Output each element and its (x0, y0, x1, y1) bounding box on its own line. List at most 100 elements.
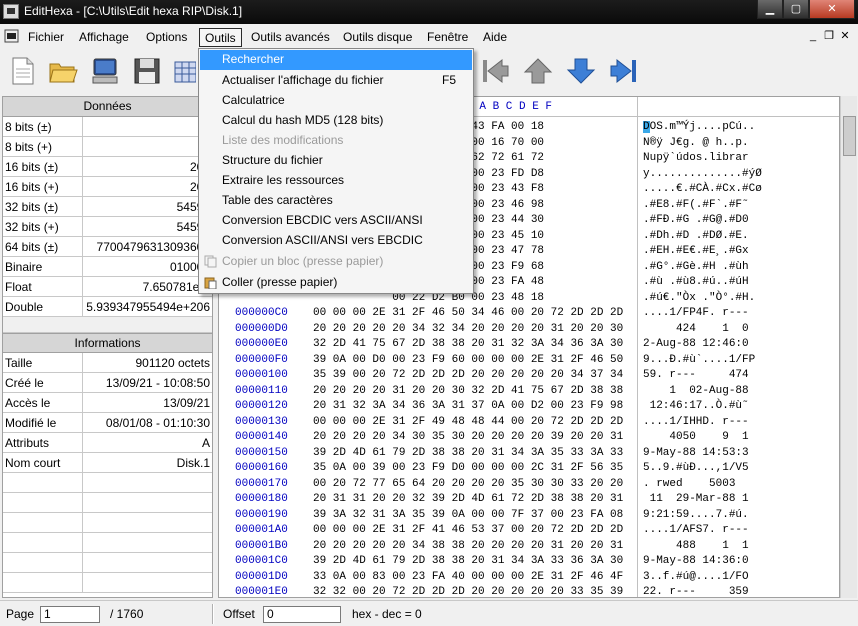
computer-drive-icon[interactable] (90, 56, 120, 86)
hex-ascii[interactable]: 3..f.#ú@....1/FO (643, 571, 749, 583)
hex-row[interactable]: 000000C0 00 00 00 2E 31 2F 46 50 34 46 00… (219, 305, 839, 321)
menu-outils-avances[interactable]: Outils avancés (246, 28, 335, 47)
menu-option[interactable]: Conversion ASCII/ANSI vers EBCDIC (200, 231, 472, 251)
go-last-icon[interactable] (609, 57, 639, 85)
app-icon[interactable] (3, 4, 19, 19)
hex-row[interactable]: 000000F0 39 0A 00 D0 00 23 F9 60 00 00 00… (219, 352, 839, 368)
hex-row[interactable]: 000001B0 20 20 20 20 20 34 38 38 20 20 20… (219, 538, 839, 554)
menu-option[interactable]: Calculatrice (200, 91, 472, 111)
offset-input[interactable]: 0 (263, 606, 341, 623)
hex-ascii[interactable]: y..............#ýØ (643, 168, 762, 180)
menu-aide[interactable]: Aide (478, 28, 512, 47)
hex-ascii[interactable]: . rwed 5003 (643, 478, 749, 490)
page-up-icon[interactable] (523, 57, 553, 85)
save-disk-icon[interactable] (132, 56, 162, 86)
hex-bytes[interactable]: 20 31 32 3A 34 36 3A 31 37 0A 00 D2 00 2… (313, 400, 623, 412)
hex-ascii[interactable]: 9...Ð.#ù`....1/FP (643, 354, 755, 366)
hex-bytes[interactable]: 32 32 00 20 72 2D 2D 2D 20 20 20 20 20 3… (313, 586, 623, 597)
hex-bytes[interactable]: 39 3A 32 31 3A 35 39 0A 00 00 7F 37 00 2… (313, 509, 623, 521)
hex-row[interactable]: 000001A0 00 00 00 2E 31 2F 41 46 53 37 00… (219, 522, 839, 538)
hex-ascii[interactable]: 59. r--- 474 (643, 369, 749, 381)
menu-option[interactable]: Coller (presse papier) (200, 273, 472, 293)
hex-ascii[interactable]: .#ú€."Òx ."Ò°.#H. (643, 292, 755, 304)
scrollbar-thumb[interactable] (843, 116, 856, 156)
hex-bytes[interactable]: 20 31 31 20 20 32 39 2D 4D 61 72 2D 38 3… (313, 493, 623, 505)
new-file-icon[interactable] (8, 56, 38, 86)
mdi-minimize-icon[interactable]: _ (806, 30, 820, 44)
hex-ascii[interactable]: 9-May-88 14:36:0 (643, 555, 749, 567)
hex-bytes[interactable]: 00 00 00 2E 31 2F 46 50 34 46 00 20 72 2… (313, 307, 623, 319)
hex-ascii[interactable]: 488 1 1 (643, 540, 749, 552)
hex-ascii[interactable]: 12:46:17..Ò.#ù˜ (643, 400, 749, 412)
hex-row[interactable]: 00000120 20 31 32 3A 34 36 3A 31 37 0A 00… (219, 398, 839, 414)
menu-option[interactable]: Structure du fichier (200, 151, 472, 171)
hex-ascii[interactable]: 11 29-Mar-88 1 (643, 493, 749, 505)
hex-bytes[interactable]: 33 0A 00 83 00 23 FA 40 00 00 00 2E 31 2… (313, 571, 623, 583)
close-button[interactable]: ✕ (809, 0, 855, 19)
hex-ascii[interactable]: DOS.m™Ýj....pCú.. (643, 121, 755, 133)
table-grid-icon[interactable] (174, 56, 196, 86)
hex-bytes[interactable]: 35 0A 00 39 00 23 F9 D0 00 00 00 2C 31 2… (313, 462, 623, 474)
menu-outils[interactable]: Outils (199, 28, 242, 47)
hex-ascii[interactable]: .#E8.#F(.#F`.#F˜ (643, 199, 749, 211)
hex-row[interactable]: 000000D0 20 20 20 20 20 34 32 34 20 20 20… (219, 321, 839, 337)
hex-row[interactable]: 000001E0 32 32 00 20 72 2D 2D 2D 20 20 20… (219, 584, 839, 597)
hex-bytes[interactable]: 20 20 20 20 34 30 35 30 20 20 20 20 39 2… (313, 431, 623, 443)
hex-bytes[interactable]: 39 2D 4D 61 79 2D 38 38 20 31 34 3A 33 3… (313, 555, 623, 567)
open-folder-icon[interactable] (48, 56, 78, 86)
menu-option[interactable]: Actualiser l'affichage du fichier F5 (200, 71, 472, 91)
menu-option[interactable]: Conversion EBCDIC vers ASCII/ANSI (200, 211, 472, 231)
hex-bytes[interactable]: 00 00 00 2E 31 2F 41 46 53 37 00 20 72 2… (313, 524, 623, 536)
hex-row[interactable]: 00000130 00 00 00 2E 31 2F 49 48 48 44 00… (219, 414, 839, 430)
menu-option[interactable]: Calcul du hash MD5 (128 bits) (200, 111, 472, 131)
menu-option[interactable]: Table des caractères (200, 191, 472, 211)
hex-ascii[interactable]: 9-May-88 14:53:3 (643, 447, 749, 459)
hex-ascii[interactable]: ....1/IHHD. r--- (643, 416, 749, 428)
hex-ascii[interactable]: .#FÐ.#G .#G@.#D0 (643, 214, 749, 226)
hex-bytes[interactable]: 20 20 20 20 31 20 20 30 32 2D 41 75 67 2… (313, 385, 623, 397)
mdi-restore-icon[interactable]: ❐ (822, 30, 836, 44)
hex-bytes[interactable]: 39 0A 00 D0 00 23 F9 60 00 00 00 2E 31 2… (313, 354, 623, 366)
hex-ascii[interactable]: 9:21:59....7.#ú. (643, 509, 749, 521)
hex-ascii[interactable]: N®ÿ J€g. @ h..p. (643, 137, 749, 149)
hex-ascii[interactable]: 22. r--- 359 (643, 586, 749, 597)
hex-ascii[interactable]: 4050 9 1 (643, 431, 748, 443)
hex-ascii[interactable]: ....1/AFS7. r--- (643, 524, 749, 536)
hex-bytes[interactable]: 00 00 00 2E 31 2F 49 48 48 44 00 20 72 2… (313, 416, 623, 428)
menu-fenetre[interactable]: Fenêtre (422, 28, 473, 47)
menu-option[interactable]: Extraire les ressources (200, 171, 472, 191)
hex-row[interactable]: 00000140 20 20 20 20 34 30 35 30 20 20 20… (219, 429, 839, 445)
mdi-close-icon[interactable]: ✕ (838, 30, 852, 44)
hex-row[interactable]: 00000160 35 0A 00 39 00 23 F9 D0 00 00 00… (219, 460, 839, 476)
hex-ascii[interactable]: 1 02-Aug-88 (643, 385, 748, 397)
menu-fichier[interactable]: Fichier (23, 28, 69, 47)
hex-ascii[interactable]: .#ù .#ù8.#ú..#úH (643, 276, 749, 288)
hex-row[interactable]: 00000150 39 2D 4D 61 79 2D 38 38 20 31 34… (219, 445, 839, 461)
hex-bytes[interactable]: 32 2D 41 75 67 2D 38 38 20 31 32 3A 34 3… (313, 338, 623, 350)
hex-row[interactable]: 000001D0 33 0A 00 83 00 23 FA 40 00 00 00… (219, 569, 839, 585)
hex-ascii[interactable]: .#EH.#E€.#E¸.#Gx (643, 245, 749, 257)
hex-bytes[interactable]: 35 39 00 20 72 2D 2D 2D 20 20 20 20 20 3… (313, 369, 623, 381)
vertical-scrollbar[interactable] (840, 96, 857, 598)
hex-ascii[interactable]: .....€.#CÀ.#Cx.#Cø (643, 183, 762, 195)
hex-bytes[interactable]: 00 20 72 77 65 64 20 20 20 20 35 30 30 3… (313, 478, 623, 490)
page-input[interactable]: 1 (40, 606, 100, 623)
hex-row[interactable]: 000001C0 39 2D 4D 61 79 2D 38 38 20 31 34… (219, 553, 839, 569)
menu-affichage[interactable]: Affichage (74, 28, 134, 47)
hex-ascii[interactable]: ....1/FP4F. r--- (643, 307, 749, 319)
hex-bytes[interactable]: 20 20 20 20 20 34 32 34 20 20 20 20 31 2… (313, 323, 623, 335)
hex-bytes[interactable]: 20 20 20 20 20 34 38 38 20 20 20 20 31 2… (313, 540, 623, 552)
hex-ascii[interactable]: 424 1 0 (643, 323, 749, 335)
hex-ascii[interactable]: 5..9.#ùÐ...,1/V5 (643, 462, 749, 474)
menu-options[interactable]: Options (141, 28, 192, 47)
hex-row[interactable]: 00000190 39 3A 32 31 3A 35 39 0A 00 00 7F… (219, 507, 839, 523)
hex-ascii[interactable]: Nupÿ`údos.librar (643, 152, 749, 164)
menu-option[interactable]: Rechercher (200, 50, 472, 70)
menu-outils-disque[interactable]: Outils disque (338, 28, 417, 47)
hex-ascii[interactable]: 2-Aug-88 12:46:0 (643, 338, 749, 350)
hex-ascii[interactable]: .#Dh.#D .#DØ.#E. (643, 230, 749, 242)
hex-ascii[interactable]: .#G°.#Gè.#H .#ùh (643, 261, 749, 273)
hex-bytes[interactable]: 39 2D 4D 61 79 2D 38 38 20 31 34 3A 35 3… (313, 447, 623, 459)
hex-row[interactable]: 000000E0 32 2D 41 75 67 2D 38 38 20 31 32… (219, 336, 839, 352)
hex-row[interactable]: 00000170 00 20 72 77 65 64 20 20 20 20 35… (219, 476, 839, 492)
